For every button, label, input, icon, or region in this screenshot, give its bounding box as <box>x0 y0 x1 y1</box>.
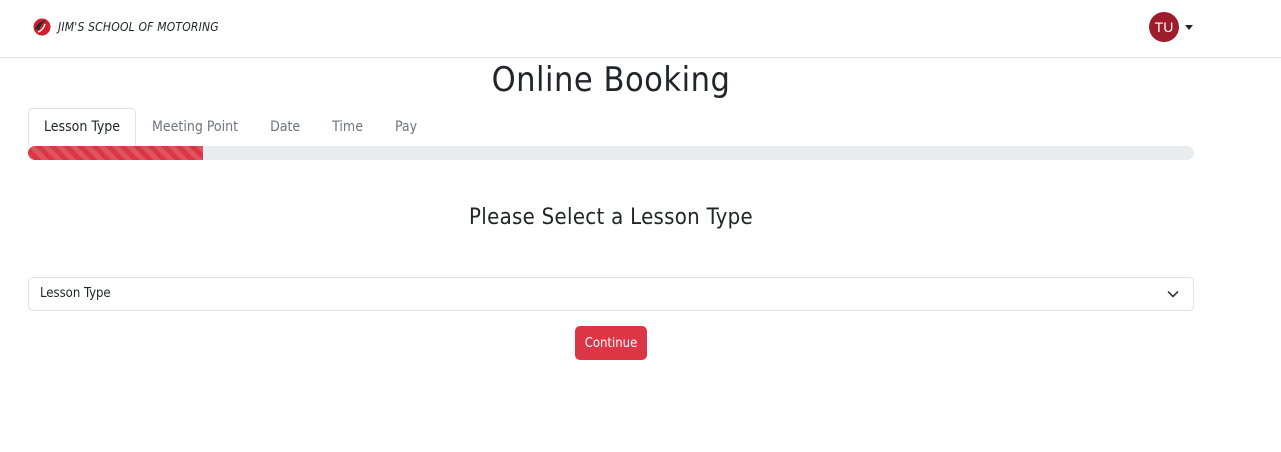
tab-meeting-point[interactable]: Meeting Point <box>136 108 254 146</box>
continue-button[interactable]: Continue <box>575 326 647 360</box>
caret-down-icon[interactable] <box>1185 24 1193 30</box>
brand-name: JIM'S SCHOOL OF MOTORING <box>58 20 219 34</box>
tab-pay[interactable]: Pay <box>379 108 433 146</box>
lesson-type-select[interactable]: Lesson Type <box>28 277 1194 311</box>
brand-link[interactable]: JIM'S SCHOOL OF MOTORING <box>32 17 219 37</box>
tab-date[interactable]: Date <box>254 108 316 146</box>
booking-step-tabs: Lesson Type Meeting Point Date Time Pay <box>28 108 1194 146</box>
tab-label: Meeting Point <box>152 119 239 135</box>
tab-label: Date <box>270 119 301 135</box>
tab-label: Pay <box>394 119 418 135</box>
lesson-type-select-value: Lesson Type <box>40 286 111 301</box>
tab-time[interactable]: Time <box>316 108 379 146</box>
avatar-initials: TU <box>1154 19 1174 35</box>
avatar[interactable]: TU <box>1149 12 1179 42</box>
user-menu-dropdown[interactable]: TU <box>1149 12 1193 42</box>
top-navbar: JIM'S SCHOOL OF MOTORING TU <box>0 0 1281 58</box>
booking-progress-track <box>28 146 1194 160</box>
tab-lesson-type[interactable]: Lesson Type <box>28 108 137 146</box>
booking-progress-bar <box>28 146 203 160</box>
tab-label: Lesson Type <box>44 119 121 135</box>
section-heading: Please Select a Lesson Type <box>469 205 753 230</box>
tab-label: Time <box>332 119 363 135</box>
page-title: Online Booking <box>491 60 731 100</box>
speed-swoosh-logo-icon <box>33 18 51 36</box>
chevron-down-icon <box>1167 291 1179 298</box>
